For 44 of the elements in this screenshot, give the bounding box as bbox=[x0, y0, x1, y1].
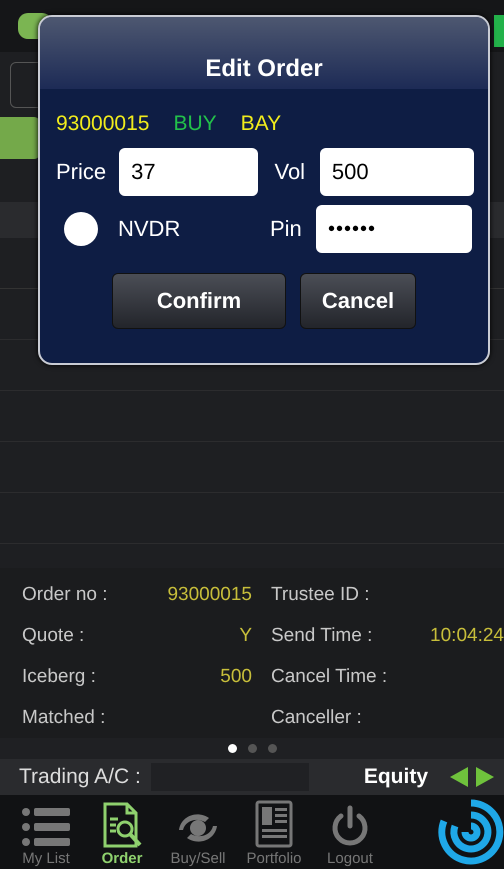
tab-item[interactable]: My List bbox=[10, 795, 82, 869]
detail-value: Y bbox=[238, 624, 252, 648]
view-order-button[interactable] bbox=[0, 117, 40, 159]
dialog-title: Edit Order bbox=[204, 54, 324, 83]
newspaper-icon bbox=[255, 800, 293, 848]
detail-label: Trustee ID : bbox=[270, 582, 371, 607]
power-icon bbox=[330, 804, 370, 848]
price-label: Price bbox=[56, 159, 108, 185]
tab-item[interactable]: Portfolio bbox=[238, 795, 310, 869]
detail-value: 10:04:24 bbox=[429, 624, 504, 648]
pin-label: Pin bbox=[270, 216, 303, 242]
page-dot[interactable] bbox=[248, 744, 256, 753]
tab-item[interactable]: Buy/Sell bbox=[162, 795, 234, 869]
price-field[interactable]: 37 bbox=[119, 148, 258, 196]
detail-value: 93000015 bbox=[166, 582, 252, 607]
account-label: Trading A/C : bbox=[19, 765, 141, 790]
volume-field[interactable]: 500 bbox=[320, 148, 474, 196]
account-type: Equity bbox=[364, 765, 428, 790]
detail-label: Iceberg : bbox=[22, 664, 97, 689]
pin-field[interactable]: •••••• bbox=[316, 205, 472, 253]
status-indicator bbox=[494, 15, 504, 47]
order-number: 93000015 bbox=[56, 112, 150, 136]
detail-label: Send Time : bbox=[270, 624, 374, 648]
tab-item[interactable]: Order bbox=[86, 795, 158, 869]
refresh-swirl-icon[interactable] bbox=[438, 799, 504, 865]
order-side: BUY bbox=[173, 112, 217, 136]
order-symbol: BAY bbox=[240, 112, 282, 136]
detail-label: Canceller : bbox=[270, 706, 363, 730]
document-search-icon bbox=[102, 802, 142, 848]
page-dot[interactable] bbox=[268, 744, 276, 753]
detail-value: 500 bbox=[219, 664, 252, 689]
nvdr-radio[interactable] bbox=[64, 212, 98, 246]
detail-label: Cancel Time : bbox=[270, 664, 388, 689]
left-right-arrows-icon[interactable] bbox=[448, 766, 496, 788]
nvdr-label: NVDR bbox=[118, 216, 182, 242]
detail-label: Quote : bbox=[22, 624, 86, 648]
detail-label: Order no : bbox=[22, 582, 109, 607]
detail-label: Matched : bbox=[22, 706, 106, 730]
cancel-button[interactable]: Cancel bbox=[300, 273, 416, 329]
list-icon bbox=[21, 806, 71, 848]
tab-item[interactable]: Logout bbox=[314, 795, 386, 869]
volume-label: Vol bbox=[274, 159, 306, 185]
page-dot[interactable] bbox=[228, 744, 236, 753]
confirm-button[interactable]: Confirm bbox=[112, 273, 286, 329]
